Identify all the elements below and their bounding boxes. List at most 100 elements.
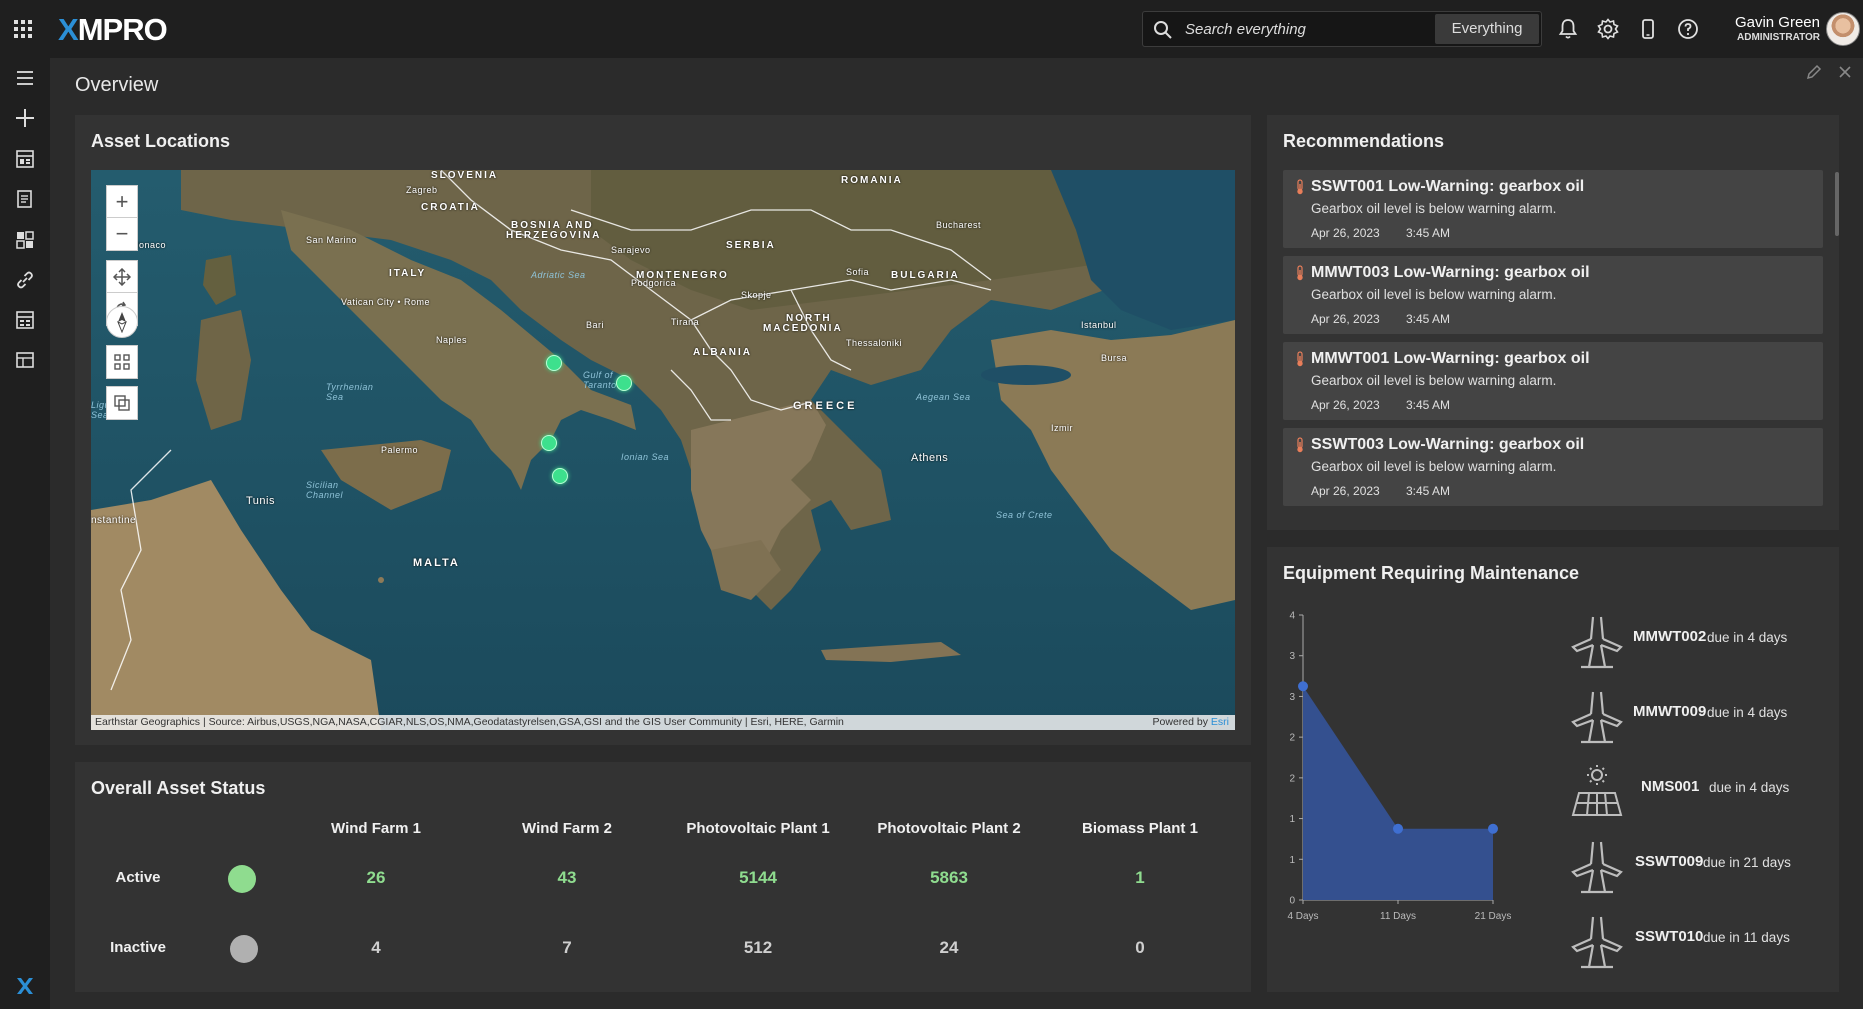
maintenance-item-name: SSWT010 [1635,928,1704,945]
maintenance-item[interactable]: SSWT009 due in 21 days [1567,838,1827,898]
map-city-tunis: Tunis [246,495,275,507]
search-icon[interactable] [1153,20,1173,40]
asset-marker[interactable] [541,435,557,451]
recommendation-time: 3:45 AM [1406,226,1451,240]
map-city-bucharest: Bucharest [936,220,982,230]
asset-locations-title: Asset Locations [91,131,231,151]
map-label-romania: ROMANIA [841,175,903,186]
asset-marker[interactable] [552,468,568,484]
chart-x-tick-label: 11 Days [1380,911,1416,922]
qr-layers-icon [114,354,130,370]
recommendations-title: Recommendations [1283,131,1445,151]
map-attribution: Earthstar Geographics | Source: Airbus,U… [91,715,1235,730]
page-title: Overview [75,74,159,96]
mobile-icon[interactable] [1636,17,1660,41]
maintenance-item-name: MMWT009 [1633,703,1707,720]
chart-x-tick-label: 21 Days [1475,911,1512,922]
help-icon[interactable] [1676,17,1700,41]
map-city-podgorica: Podgorica [631,278,677,288]
maintenance-item-due: due in 4 days [1709,780,1790,795]
maintenance-panel: Equipment Requiring Maintenance 01122334… [1267,547,1839,992]
chart-data-point [1298,681,1308,692]
map-sea-tyrrhenian: Tyrrhenian Sea [326,382,374,402]
user-name[interactable]: Gavin Green [1720,14,1820,31]
map-attribution-text: Earthstar Geographics | Source: Airbus,U… [95,716,844,728]
compass-button[interactable] [106,306,138,338]
app-logo[interactable]: XMPRO [58,12,168,48]
inactive-status-dot [230,935,258,963]
recommendation-card[interactable]: SSWT003 Low-Warning: gearbox oil Gearbox… [1283,428,1823,506]
document-list-icon[interactable] [14,188,36,210]
maintenance-item[interactable]: MMWT009 due in 4 days [1567,688,1827,748]
layer-list-button[interactable] [106,345,138,379]
recommendation-time: 3:45 AM [1406,484,1451,498]
pan-button[interactable] [107,261,137,293]
map-city-naples: Naples [436,335,468,345]
recommendation-card[interactable]: MMWT003 Low-Warning: gearbox oil Gearbox… [1283,256,1823,334]
apps-grid-icon[interactable] [14,20,32,38]
chart-y-tick-label: 2 [1289,733,1295,744]
map-city-zagreb: Zagreb [406,185,438,195]
recommendation-title: MMWT001 Low-Warning: gearbox oil [1311,350,1590,367]
satellite-map-image [91,170,1235,730]
basemap-gallery-button[interactable] [106,386,138,420]
search-scope-button[interactable]: Everything [1435,14,1539,44]
dashboard-icon[interactable] [14,148,36,170]
recommendation-description: Gearbox oil level is below warning alarm… [1311,287,1557,302]
thermometer-icon [1297,179,1303,195]
map-city-bursa: Bursa [1101,353,1128,363]
bell-icon[interactable] [1556,17,1580,41]
map-city-constantine: nstantine [91,515,137,526]
esri-link[interactable]: Esri [1211,716,1229,728]
map-city-thessaloniki: Thessaloniki [846,338,903,348]
maintenance-item-due: due in 11 days [1703,930,1790,945]
zoom-in-button[interactable]: + [107,186,137,218]
user-role: ADMINISTRATOR [1737,32,1820,43]
asset-locations-panel: Asset Locations SLOVENIA CROATIA BOSNIA … [75,115,1251,745]
recommendations-scrollbar[interactable] [1835,172,1839,236]
table-icon[interactable] [14,349,36,371]
add-icon[interactable] [14,107,36,129]
recommendation-card[interactable]: MMWT001 Low-Warning: gearbox oil Gearbox… [1283,342,1823,420]
grid-view-icon[interactable] [14,309,36,331]
search-input[interactable] [1185,12,1425,46]
map-label-italy: ITALY [389,268,427,279]
chart-data-point [1393,823,1403,834]
maintenance-item[interactable]: MMWT002 due in 4 days [1567,613,1827,673]
active-pv-plant-2: 5863 [930,868,968,887]
close-icon[interactable] [1836,63,1854,81]
maintenance-item[interactable]: SSWT010 due in 11 days [1567,913,1827,973]
chart-y-tick-label: 3 [1289,651,1295,662]
asset-marker[interactable] [546,355,562,371]
link-icon[interactable] [14,269,36,291]
map-label-albania: ALBANIA [693,347,752,358]
overall-asset-status-panel: Overall Asset Status Wind Farm 1 Wind Fa… [75,762,1251,992]
map-label-greece: GREECE [793,400,858,412]
recommendation-description: Gearbox oil level is below warning alarm… [1311,459,1557,474]
zoom-out-button[interactable]: − [107,218,137,250]
map-label-croatia: CROATIA [421,202,480,213]
map-city-istanbul: Istanbul [1081,320,1117,330]
solar-panel-icon [1571,765,1623,816]
chart-data-point [1488,823,1498,834]
map-label-malta: MALTA [413,557,460,569]
recommendation-card[interactable]: SSWT001 Low-Warning: gearbox oil Gearbox… [1283,170,1823,248]
recommendation-title: SSWT003 Low-Warning: gearbox oil [1311,436,1585,453]
edit-icon[interactable] [1805,63,1823,81]
recommendations-panel: Recommendations SSWT001 Low-Warning: gea… [1267,115,1839,530]
asset-map[interactable]: SLOVENIA CROATIA BOSNIA AND HERZEGOVINA … [91,170,1235,730]
maintenance-item-name: MMWT002 [1633,628,1707,645]
map-city-skopje: Skopje [741,290,772,300]
chart-y-tick-label: 2 [1289,773,1295,784]
asset-marker[interactable] [616,375,632,391]
gear-icon[interactable] [1596,17,1620,41]
maintenance-item-due: due in 4 days [1707,630,1788,645]
widgets-icon[interactable] [14,229,36,251]
hamburger-menu-icon[interactable] [14,67,36,89]
inactive-wind-farm-2: 7 [562,938,572,957]
maintenance-item[interactable]: NMS001 due in 4 days [1567,763,1827,823]
recommendation-date: Apr 26, 2023 [1311,226,1380,240]
thermometer-icon [1297,351,1303,367]
avatar[interactable] [1826,12,1860,46]
xmpro-small-logo-icon[interactable] [14,975,36,997]
